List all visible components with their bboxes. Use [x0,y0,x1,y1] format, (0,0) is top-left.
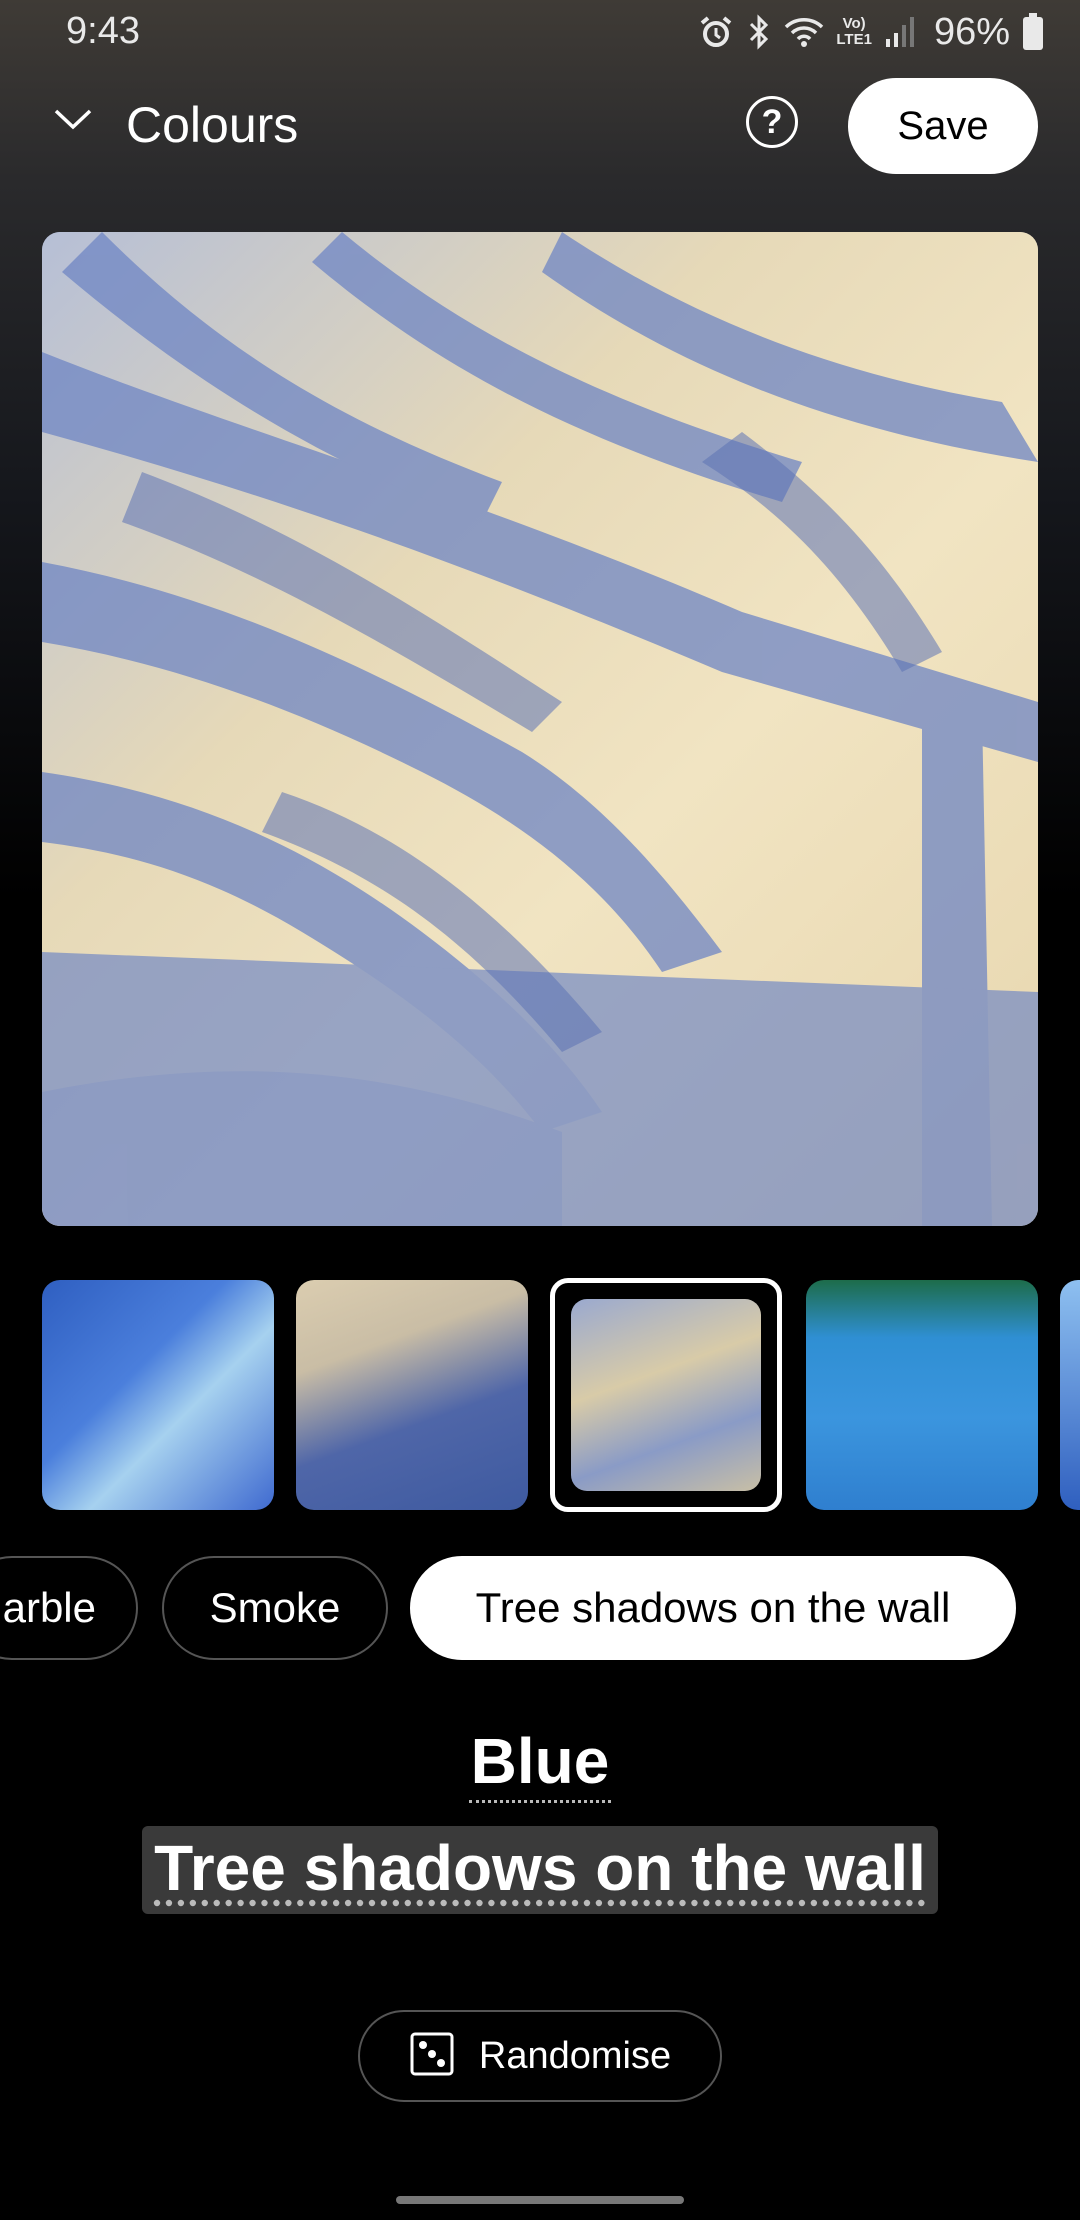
save-button[interactable]: Save [848,78,1038,174]
battery-percent: 96% [933,10,1010,53]
app-header: Colours ? Save [0,70,1080,182]
wallpaper-thumbnail[interactable] [42,1280,274,1510]
battery-icon [1022,13,1044,51]
wallpaper-preview [42,232,1038,1226]
volte-icon: Vo) LTE1 [836,15,872,48]
wifi-icon [784,15,824,49]
help-button[interactable]: ? [746,96,798,148]
home-indicator[interactable] [396,2196,684,2204]
style-name[interactable]: Tree shadows on the wall [142,1826,938,1914]
signal-icon [884,15,914,49]
randomise-button[interactable]: Randomise [358,2010,722,2102]
generated-name: Blue Tree shadows on the wall [0,1722,1080,1922]
wallpaper-thumbnail[interactable] [806,1280,1038,1510]
style-chip-row: arble Smoke Tree shadows on the wall [0,1556,1080,1660]
thumbnail-image [571,1299,761,1491]
color-name-row: Blue [0,1722,1080,1803]
dice-icon [409,2031,455,2082]
color-name[interactable]: Blue [468,1722,612,1803]
style-name-row: Tree shadows on the wall [0,1826,1080,1914]
chevron-down-icon [53,107,93,136]
wallpaper-thumbnail-strip [0,1278,1080,1514]
status-icons: Vo) LTE1 96% [698,10,1044,54]
status-bar: 9:43 Vo) LTE1 96% [0,0,1080,64]
status-time: 9:43 [66,10,140,52]
wallpaper-thumbnail[interactable] [1060,1280,1080,1510]
alarm-icon [698,14,734,50]
chip-tree-shadows[interactable]: Tree shadows on the wall [410,1556,1016,1660]
wallpaper-thumbnail[interactable] [296,1280,528,1510]
page-title: Colours [126,97,299,153]
chip-smoke[interactable]: Smoke [162,1556,388,1660]
collapse-button[interactable] [48,96,98,146]
wallpaper-thumbnail-selected[interactable] [550,1278,782,1512]
bluetooth-icon [746,14,772,50]
chip-marble[interactable]: arble [0,1556,138,1660]
tree-shadows-image [42,232,1038,1226]
help-icon: ? [761,102,783,141]
randomise-label: Randomise [478,2034,672,2077]
